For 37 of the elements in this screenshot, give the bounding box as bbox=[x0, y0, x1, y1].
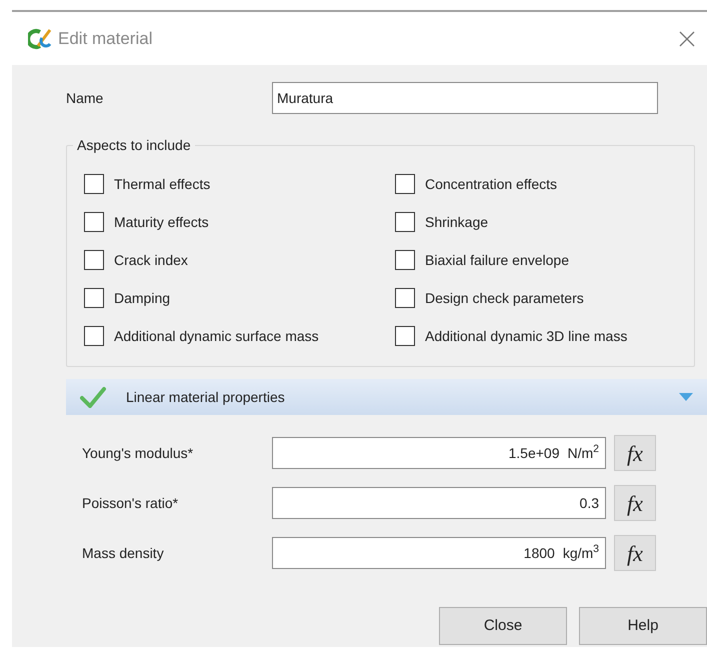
checkbox-label: Concentration effects bbox=[425, 174, 558, 194]
formula-button[interactable]: fx bbox=[614, 535, 656, 571]
checkbox-label: Additional dynamic 3D line mass bbox=[425, 326, 628, 346]
field-label: Poisson's ratio* bbox=[82, 494, 180, 512]
dialog-button[interactable]: Help bbox=[579, 607, 707, 645]
checkbox-label: Crack index bbox=[114, 250, 188, 270]
checkbox[interactable] bbox=[84, 174, 104, 194]
formula-button[interactable]: fx bbox=[614, 485, 656, 521]
value-field[interactable]: 1800 kg/m$^{3}$ bbox=[272, 537, 606, 569]
checkbox-label: Biaxial failure envelope bbox=[425, 250, 569, 270]
checkbox[interactable] bbox=[395, 250, 415, 270]
field-label: Mass density bbox=[82, 544, 165, 563]
checkbox-label: Design check parameters bbox=[425, 288, 584, 308]
field-label: Young's modulus* bbox=[82, 444, 194, 463]
checkbox[interactable] bbox=[84, 250, 104, 270]
section-header[interactable]: Linear material properties bbox=[66, 379, 707, 415]
checkbox[interactable] bbox=[395, 288, 415, 308]
formula-button[interactable]: fx bbox=[614, 435, 656, 471]
section-title: Linear material properties bbox=[126, 388, 285, 407]
app-logo-icon bbox=[28, 28, 52, 50]
checkbox[interactable] bbox=[84, 212, 104, 232]
checkbox-label: Damping bbox=[114, 288, 170, 308]
window-title: Edit material bbox=[58, 28, 152, 50]
checkbox[interactable] bbox=[395, 174, 415, 194]
checkbox-label: Maturity effects bbox=[114, 212, 209, 232]
checkbox[interactable] bbox=[84, 326, 104, 346]
name-field[interactable]: Muratura bbox=[272, 82, 658, 114]
value-field[interactable]: 0.3 bbox=[272, 487, 606, 519]
checkbox-label: Thermal effects bbox=[114, 174, 210, 194]
checkbox[interactable] bbox=[395, 212, 415, 232]
checkbox-label: Shrinkage bbox=[425, 212, 488, 232]
value-field[interactable]: 1.5e+09 N/m$^{2}$ bbox=[272, 437, 606, 469]
field-label: Name bbox=[66, 88, 104, 108]
checkbox-label: Additional dynamic surface mass bbox=[114, 326, 319, 346]
dialog-button[interactable]: Close bbox=[439, 607, 567, 645]
checkbox[interactable] bbox=[84, 288, 104, 308]
checkbox[interactable] bbox=[395, 326, 415, 346]
